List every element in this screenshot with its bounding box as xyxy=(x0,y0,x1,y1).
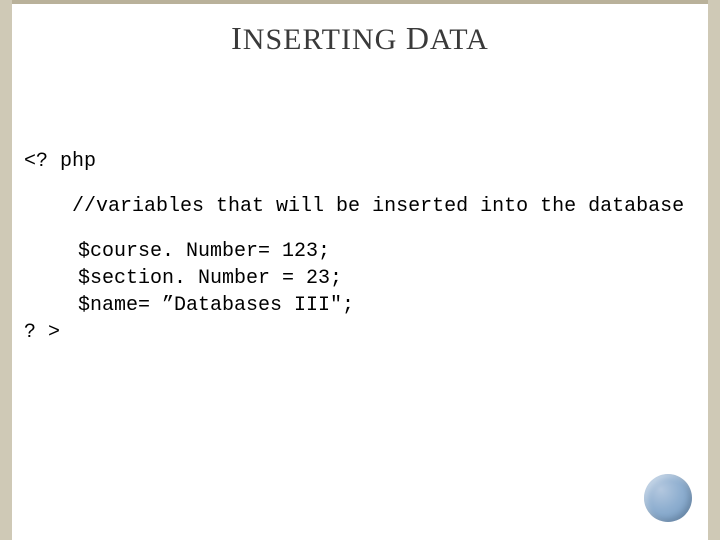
decorative-sphere-icon xyxy=(644,474,692,522)
php-close-tag: ? > xyxy=(24,319,696,346)
variable-assignments: $course. Number= 123; $section. Number =… xyxy=(24,238,696,319)
title-word2-rest: ATA xyxy=(430,23,489,56)
title-word1-rest: NSERTING xyxy=(243,23,398,56)
top-accent-bar xyxy=(12,0,708,4)
var-course-number: $course. Number= 123; xyxy=(78,238,696,265)
left-margin-bar xyxy=(0,0,12,540)
var-section-number: $section. Number = 23; xyxy=(78,265,696,292)
code-block: <? php //variables that will be inserted… xyxy=(24,148,696,364)
right-margin-bar xyxy=(708,0,720,540)
title-word2-cap: D xyxy=(406,20,430,56)
var-name: $name= ”Databases III"; xyxy=(78,292,696,319)
slide-title: INSERTING DATA xyxy=(0,20,720,57)
title-word1-cap: I xyxy=(231,20,243,56)
php-open-tag: <? php xyxy=(24,148,696,175)
comment-line: //variables that will be inserted into t… xyxy=(24,193,696,220)
